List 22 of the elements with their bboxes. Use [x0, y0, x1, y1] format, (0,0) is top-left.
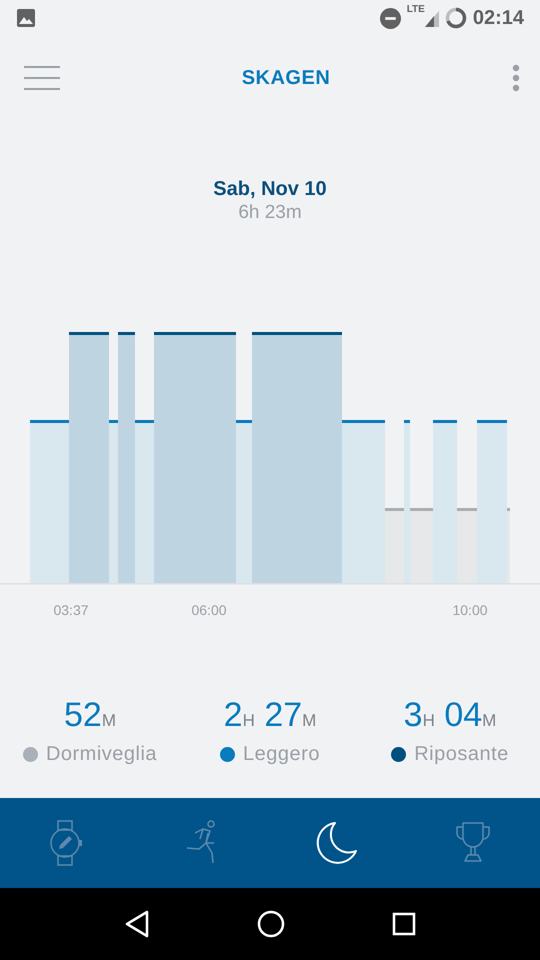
- legend-label: Dormiveglia: [46, 742, 158, 767]
- network-type: LTE: [406, 5, 425, 15]
- legend-label: Riposante: [414, 742, 509, 767]
- loading-circle-icon: [444, 7, 467, 29]
- sleep-date: Sab, Nov 10: [213, 177, 327, 202]
- legend-label: Leggero: [243, 742, 320, 767]
- home-icon[interactable]: [256, 910, 285, 938]
- app-title: SKAGEN: [242, 66, 330, 91]
- time-axis-label: 06:00: [191, 601, 227, 620]
- recent-apps-icon[interactable]: [392, 912, 416, 936]
- time-axis-label: 03:37: [53, 601, 89, 620]
- time-axis-label: 10:00: [452, 601, 488, 620]
- image-icon: [16, 8, 36, 28]
- back-icon[interactable]: [124, 910, 150, 938]
- clock-time: 02:14: [472, 6, 524, 31]
- duration-value: 3H 04M: [404, 698, 496, 736]
- sleep-duration: 6h 23m: [238, 202, 302, 224]
- duration-value: 52M: [64, 698, 116, 736]
- do-not-disturb-icon: [380, 8, 401, 28]
- menu-icon[interactable]: [24, 65, 60, 91]
- more-options-icon[interactable]: [512, 64, 520, 92]
- duration-value: 2H 27M: [224, 698, 316, 736]
